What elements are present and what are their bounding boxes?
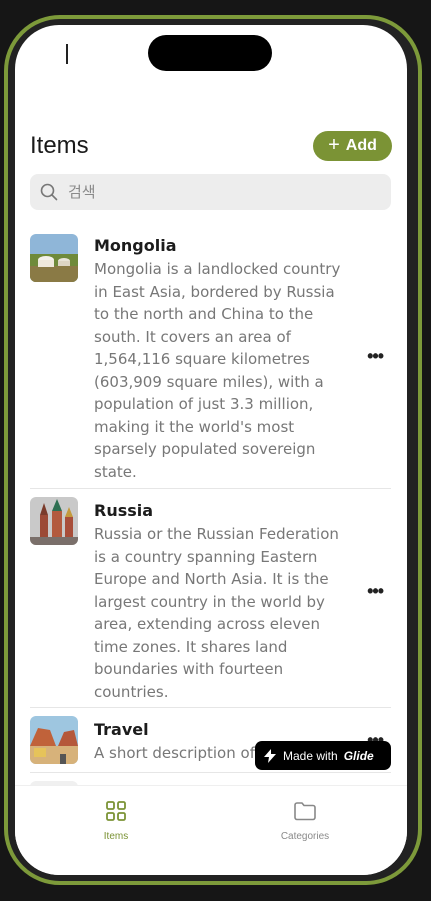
item-title: Russia xyxy=(94,501,154,520)
text-cursor xyxy=(66,44,68,64)
more-options-icon[interactable]: ••• xyxy=(367,346,384,367)
item-description: Mongolia is a landlocked country in East… xyxy=(94,260,341,481)
search-bar[interactable] xyxy=(30,174,391,210)
item-title: Mongolia xyxy=(94,236,177,255)
page-header: Items + Add xyxy=(30,131,392,161)
folder-icon xyxy=(294,802,316,821)
app-screen: Items + Add Mon xyxy=(15,25,407,875)
made-with-glide-badge[interactable]: Made with Glide xyxy=(255,741,391,770)
search-icon xyxy=(40,183,58,201)
add-button-label: Add xyxy=(345,137,377,154)
badge-prefix: Made with xyxy=(283,748,338,763)
items-list: Mongolia Mongolia is a landlocked countr… xyxy=(30,234,391,799)
plus-icon: + xyxy=(328,134,340,156)
search-input[interactable] xyxy=(66,182,370,202)
list-item[interactable]: Russia Russia or the Russian Federation … xyxy=(30,489,391,708)
bolt-icon xyxy=(264,748,276,763)
grid-icon xyxy=(106,801,126,821)
tab-categories[interactable]: Categories xyxy=(255,800,355,842)
tab-label: Items xyxy=(103,831,129,842)
list-item[interactable]: Mongolia Mongolia is a landlocked countr… xyxy=(30,234,391,489)
page-title: Items xyxy=(30,132,89,159)
item-thumbnail xyxy=(30,497,78,545)
item-thumbnail xyxy=(30,234,78,282)
item-description: Russia or the Russian Federation is a co… xyxy=(94,525,339,701)
add-button[interactable]: + Add xyxy=(313,131,392,161)
badge-brand: Glide xyxy=(343,748,374,763)
tab-bar: Items Categories xyxy=(15,785,407,875)
item-title: Travel xyxy=(94,720,149,739)
tab-items[interactable]: Items xyxy=(66,800,166,842)
item-thumbnail xyxy=(30,716,78,764)
more-options-icon[interactable]: ••• xyxy=(367,581,384,602)
tab-label: Categories xyxy=(280,831,330,842)
dynamic-island xyxy=(148,35,272,71)
